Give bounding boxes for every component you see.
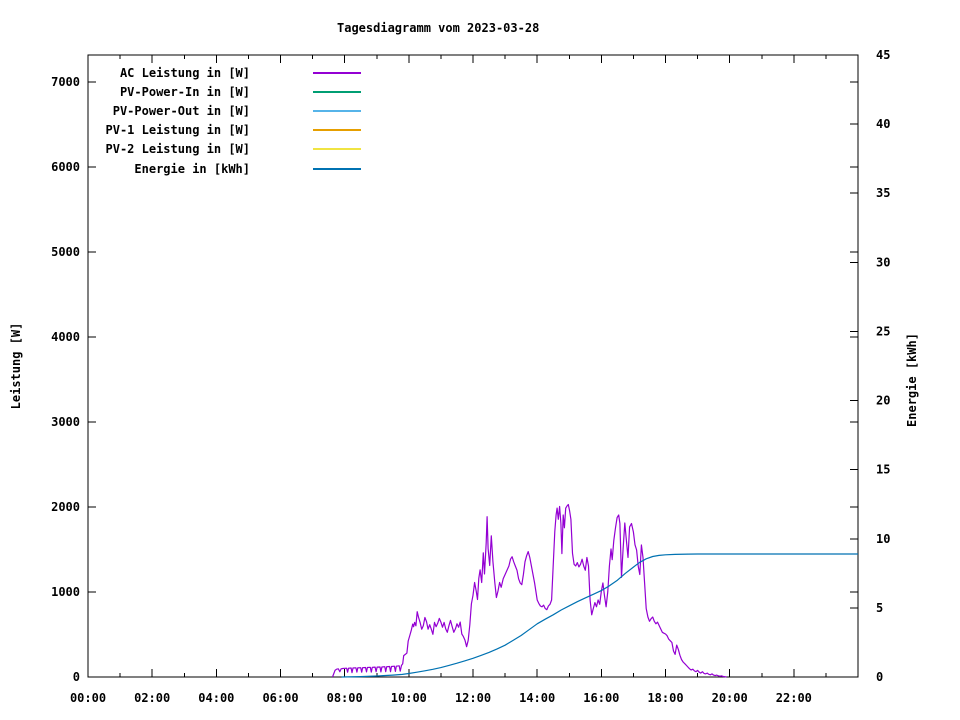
tick-label: 02:00: [134, 691, 170, 705]
tick-label: 22:00: [776, 691, 812, 705]
series-energie-in-kwh: [341, 553, 858, 678]
tick-label: 06:00: [262, 691, 298, 705]
tick-label: 1000: [51, 585, 80, 599]
x-axis-labels: 00:00 02:00 04:00 06:00 08:00 10:00 12:00 14:00…: [70, 691, 812, 705]
y-axis-left-title: Leistung [W]: [9, 322, 23, 410]
legend-line-sample: [313, 109, 361, 112]
tick-label: 15: [876, 463, 890, 477]
legend-label: PV-Power-Out in [W]: [112, 103, 250, 118]
tick-label: 45: [876, 48, 890, 62]
legend-item-pv-power-out: PV-Power-Out in [W]: [88, 101, 368, 120]
legend-label: AC Leistung in [W]: [119, 65, 250, 80]
tick-label: 5: [876, 601, 883, 615]
tick-label: 20:00: [712, 691, 748, 705]
legend-label: PV-1 Leistung in [W]: [105, 123, 251, 138]
legend-label: PV-Power-In in [W]: [119, 84, 250, 99]
tick-label: 08:00: [327, 691, 363, 705]
series-ac-leistung-in-w: [331, 503, 727, 678]
tick-label: 25: [876, 324, 890, 338]
tick-label: 30: [876, 255, 890, 269]
legend-label: Energie in [kWh]: [134, 161, 250, 176]
legend-line-sample: [313, 167, 361, 170]
tick-label: 16:00: [583, 691, 619, 705]
y-axis-right-title: Energie [kWh]: [905, 333, 919, 427]
gnuplot-daily-diagram: { "page": { "background": "#ffffff", "ax…: [0, 0, 960, 720]
tick-label: 12:00: [455, 691, 491, 705]
tick-label: 20: [876, 394, 890, 408]
y-right-ticks: 0 5 10 15 20 25 30 35 40 45: [850, 48, 890, 684]
tick-label: 40: [876, 117, 890, 131]
tick-label: 7000: [51, 75, 80, 89]
legend-item-pv2-leistung: PV-2 Leistung in [W]: [88, 140, 368, 159]
legend-item-energie: Energie in [kWh]: [88, 159, 368, 178]
tick-label: 2000: [51, 500, 80, 514]
legend-label: PV-2 Leistung in [W]: [105, 142, 251, 157]
tick-label: 10: [876, 532, 890, 546]
legend-line-sample: [313, 71, 361, 74]
tick-label: 0: [73, 670, 80, 684]
legend-item-pv1-leistung: PV-1 Leistung in [W]: [88, 121, 368, 140]
legend-line-sample: [313, 148, 361, 151]
tick-label: 04:00: [198, 691, 234, 705]
tick-label: 00:00: [70, 691, 106, 705]
tick-label: 6000: [51, 160, 80, 174]
legend-item-pv-power-in: PV-Power-In in [W]: [88, 82, 368, 101]
legend-item-ac-leistung: AC Leistung in [W]: [88, 63, 368, 82]
tick-label: 0: [876, 670, 883, 684]
legend-line-sample: [313, 90, 361, 93]
tick-label: 3000: [51, 415, 80, 429]
tick-label: 4000: [51, 330, 80, 344]
tick-label: 14:00: [519, 691, 555, 705]
legend-line-sample: [313, 129, 361, 132]
legend: AC Leistung in [W] PV-Power-In in [W] PV…: [88, 63, 368, 178]
chart-title: Tagesdiagramm vom 2023-03-28: [337, 21, 540, 35]
tick-label: 5000: [51, 245, 80, 259]
tick-label: 35: [876, 186, 890, 200]
tick-label: 18:00: [647, 691, 683, 705]
tick-label: 10:00: [391, 691, 427, 705]
